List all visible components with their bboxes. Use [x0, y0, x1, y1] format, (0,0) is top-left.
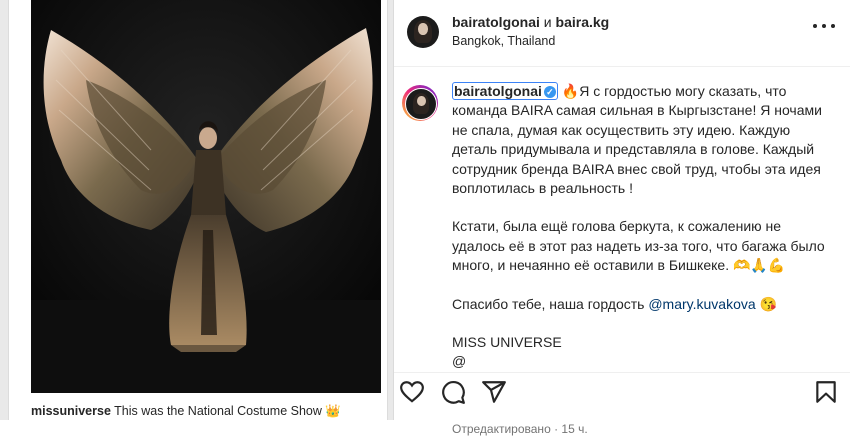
edited-label: Отредактировано: [452, 422, 551, 436]
author-joiner: и: [543, 14, 552, 30]
caption-area: bairatolgonai ✓ 🔥Я с гордостью могу сказа…: [394, 82, 850, 436]
caption-line-4: MISS UNIVERSE: [452, 334, 562, 351]
post-details-panel: bairatolgonai и baira.kg Bangkok, Thaila…: [393, 0, 850, 436]
wings-costume-image: [31, 0, 381, 393]
caption-username[interactable]: bairatolgonai ✓: [452, 82, 558, 100]
embedded-caption-text: This was the National Costume Show 👑: [114, 404, 341, 418]
collaborator-username[interactable]: baira.kg: [556, 14, 610, 30]
share-icon[interactable]: [481, 379, 509, 407]
more-options-icon[interactable]: [813, 24, 835, 30]
caption-line-5: @: [452, 353, 467, 370]
caption-emoji: 😘: [759, 295, 777, 312]
author-avatar[interactable]: [407, 16, 439, 48]
post-header: bairatolgonai и baira.kg Bangkok, Thaila…: [394, 0, 850, 67]
embedded-caption: missuniverse This was the National Costu…: [31, 404, 341, 419]
post-card: missuniverse This was the National Costu…: [8, 0, 388, 420]
post-photo[interactable]: [31, 0, 381, 393]
post-location[interactable]: Bangkok, Thailand: [452, 34, 555, 48]
caption-text: bairatolgonai ✓ 🔥Я с гордостью могу сказа…: [452, 82, 837, 372]
action-bar: [394, 372, 850, 421]
embedded-post-panel: missuniverse This was the National Costu…: [0, 0, 393, 420]
post-time[interactable]: 15 ч.: [561, 422, 587, 436]
embedded-caption-user[interactable]: missuniverse: [31, 404, 111, 418]
author-names: bairatolgonai и baira.kg: [452, 14, 609, 30]
heart-icon[interactable]: [399, 379, 427, 407]
bookmark-icon[interactable]: [813, 379, 841, 407]
caption-paragraph-3: Спасибо тебе, наша гордость @mary.kuvako…: [452, 295, 837, 314]
verified-badge-icon: ✓: [543, 86, 556, 98]
author-username[interactable]: bairatolgonai: [452, 14, 540, 30]
mention-link[interactable]: @mary.kuvakova: [648, 296, 755, 312]
caption-thanks: Спасибо тебе, наша гордость: [452, 295, 645, 312]
comment-icon[interactable]: [440, 379, 468, 407]
caption-paragraph-2: Кстати, была ещё голова беркута, к сожал…: [452, 218, 825, 274]
edited-timestamp: Отредактировано · 15 ч.: [452, 422, 588, 436]
caption-avatar[interactable]: [405, 88, 437, 120]
